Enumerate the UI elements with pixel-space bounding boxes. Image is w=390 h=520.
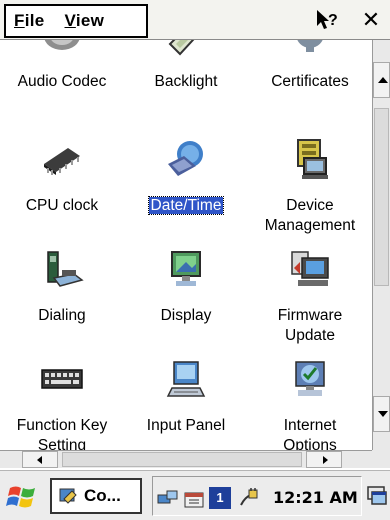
arrow-right-icon <box>323 456 328 464</box>
clock[interactable]: 12:21 AM <box>273 488 358 507</box>
applet-label: Audio Codec <box>17 73 107 90</box>
applet-certificates[interactable]: Certificates <box>248 40 372 118</box>
close-button[interactable]: ✕ <box>358 7 384 33</box>
help-icon[interactable]: ? <box>314 8 340 32</box>
applet-label: Backlight <box>154 73 218 90</box>
scroll-left-button[interactable] <box>22 451 58 468</box>
globe-clock-icon <box>168 141 203 176</box>
arrow-left-icon <box>37 456 42 464</box>
applet-label-line2: Options <box>283 437 337 450</box>
system-tray: 1 12:21 AM <box>152 476 362 516</box>
vertical-scroll-thumb[interactable] <box>374 108 389 286</box>
scrollbar-corner <box>372 450 390 468</box>
applet-cpu-clock[interactable]: CPU clock <box>0 138 124 242</box>
applet-label: Device <box>286 197 334 214</box>
speaker-icon <box>44 40 80 50</box>
input-panel-icon <box>166 361 206 397</box>
scroll-down-button[interactable] <box>373 396 390 432</box>
windows-flag-icon <box>6 486 35 508</box>
applet-label: CPU clock <box>25 197 99 214</box>
applet-label: Display <box>160 307 212 324</box>
applet-internet-options[interactable]: Internet Options <box>248 358 372 450</box>
backlight-icon <box>168 40 195 56</box>
control-panel-icon <box>59 488 77 504</box>
vertical-scrollbar[interactable] <box>372 40 390 450</box>
applet-input-panel[interactable]: Input Panel <box>124 358 248 450</box>
applet-function-key-setting[interactable]: Function Key Setting <box>0 358 124 450</box>
scroll-right-button[interactable] <box>306 451 342 468</box>
notification-badge-icon[interactable]: 1 <box>209 487 231 509</box>
horizontal-scrollbar[interactable] <box>0 450 372 468</box>
control-panel-content: Audio Codec Backlight Certificates CPU c… <box>0 40 372 450</box>
arrow-up-icon <box>378 77 388 83</box>
taskbar-task-control-panel[interactable]: Co... <box>50 478 142 514</box>
scroll-up-button[interactable] <box>373 62 390 98</box>
menu-container: File View <box>4 4 148 38</box>
applet-label: Certificates <box>271 73 349 90</box>
arrow-down-icon <box>378 411 388 417</box>
device-management-icon <box>297 139 328 179</box>
applet-firmware-update[interactable]: Firmware Update <box>248 248 372 352</box>
applet-dialing[interactable]: Dialing <box>0 248 124 352</box>
network-icon[interactable] <box>157 487 179 509</box>
applet-label: Firmware <box>277 307 343 324</box>
task-label: Co... <box>84 486 121 505</box>
applet-audio-codec[interactable]: Audio Codec <box>0 40 124 118</box>
view-menu[interactable]: View <box>65 11 105 31</box>
applet-label-selected: Date/Time <box>147 196 225 215</box>
applet-label: Input Panel <box>146 417 226 434</box>
phone-icon <box>47 251 84 287</box>
applet-device-management[interactable]: Device Management <box>248 138 372 242</box>
show-desktop-icon[interactable] <box>366 484 388 508</box>
start-button[interactable] <box>6 482 40 512</box>
menu-bar: File View ? ✕ <box>0 0 390 40</box>
firmware-update-icon <box>291 251 329 286</box>
file-menu[interactable]: File <box>14 11 45 31</box>
internet-options-icon <box>295 361 325 396</box>
applet-label-line2: Setting <box>37 437 87 450</box>
calendar-icon[interactable] <box>183 487 205 509</box>
applet-label: Internet <box>283 417 337 434</box>
svg-text:?: ? <box>328 12 338 29</box>
horizontal-scroll-thumb[interactable] <box>62 452 302 467</box>
applet-label-line2: Update <box>285 327 335 344</box>
applet-label: Dialing <box>38 307 86 324</box>
chip-icon <box>44 148 80 175</box>
keyboard-icon <box>41 369 83 389</box>
applet-label: Function Key <box>16 417 108 434</box>
applet-backlight[interactable]: Backlight <box>124 40 248 118</box>
applet-display[interactable]: Display <box>124 248 248 352</box>
display-icon <box>171 251 201 286</box>
power-plug-icon[interactable] <box>237 487 259 509</box>
applet-date-time[interactable]: Date/Time <box>124 138 248 242</box>
taskbar: Co... 1 12:21 AM <box>0 468 390 520</box>
gear-icon <box>297 40 323 52</box>
applet-label-line2: Management <box>264 217 356 234</box>
